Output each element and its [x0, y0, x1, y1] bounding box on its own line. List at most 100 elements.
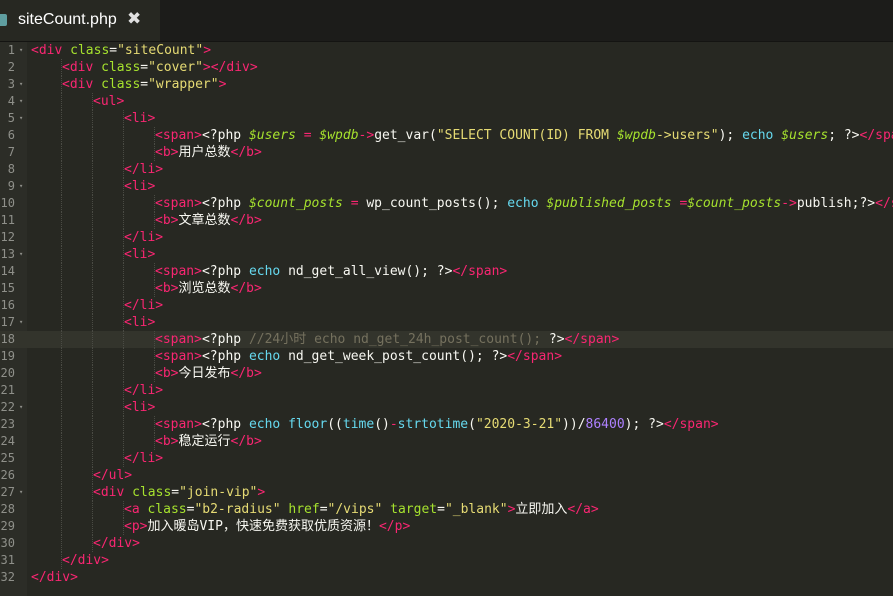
indent-guide: [92, 331, 93, 348]
code-token: <b>: [155, 145, 179, 160]
code-line[interactable]: 5 ▾ <li>: [0, 110, 893, 127]
fold-arrow-icon[interactable]: ▾: [19, 110, 23, 127]
code-token: (): [374, 417, 390, 432]
code-token: class: [147, 502, 187, 517]
code-line[interactable]: 12 </li>: [0, 229, 893, 246]
code-token: nd_get_all_view(); ?>: [280, 264, 453, 279]
indent-guide: [123, 195, 124, 212]
line-number: 18: [0, 332, 15, 346]
code-line[interactable]: 4 ▾ <ul>: [0, 93, 893, 110]
code-token: echo: [248, 349, 281, 364]
indent-guide: [92, 178, 93, 195]
code-token: <?php: [201, 332, 249, 347]
code-token: $count_posts: [687, 196, 782, 211]
code-line[interactable]: 13 ▾ <li>: [0, 246, 893, 263]
code-text: </li>: [124, 382, 163, 399]
code-line[interactable]: 8 </li>: [0, 161, 893, 178]
code-line[interactable]: 3 ▾ <div class="wrapper">: [0, 76, 893, 93]
code-line[interactable]: 17 ▾ <li>: [0, 314, 893, 331]
tab-title[interactable]: siteCount.php: [18, 11, 117, 29]
code-line[interactable]: 26 </ul>: [0, 467, 893, 484]
code-text: <li>: [124, 110, 155, 127]
line-number: 11: [0, 213, 15, 227]
fold-arrow-icon[interactable]: ▾: [19, 314, 23, 331]
code-token: (: [468, 417, 476, 432]
fold-arrow-icon[interactable]: ▾: [19, 178, 23, 195]
code-line[interactable]: 14 <span><?php echo nd_get_all_view(); ?>…: [0, 263, 893, 280]
code-token: $published_posts: [546, 196, 672, 211]
code-line[interactable]: 25 </li>: [0, 450, 893, 467]
indent-guide: [61, 212, 62, 229]
code-text: </div>: [62, 552, 109, 569]
code-token: </div>: [31, 570, 78, 585]
code-line[interactable]: 15 <b>浏览总数</b>: [0, 280, 893, 297]
code-line[interactable]: 21 </li>: [0, 382, 893, 399]
code-line[interactable]: 27 ▾ <div class="join-vip">: [0, 484, 893, 501]
code-line[interactable]: 29 <p>加入暖岛VIP，快速免费获取优质资源！</p>: [0, 518, 893, 535]
code-token: <div: [31, 43, 63, 58]
code-token: 加入暖岛VIP，快速免费获取优质资源！: [147, 519, 379, 534]
code-token: </b>: [230, 366, 262, 381]
fold-arrow-icon[interactable]: ▾: [19, 42, 23, 59]
code-token: </span>: [564, 332, 620, 347]
code-token: floor: [288, 417, 328, 432]
indent-guide: [61, 450, 62, 467]
code-text: <span><?php //24小时 echo nd_get_24h_post_…: [155, 331, 619, 348]
code-line[interactable]: 20 <b>今日发布</b>: [0, 365, 893, 382]
indent-guide: [92, 501, 93, 518]
line-number: 10: [0, 196, 15, 210]
code-line[interactable]: 6 <span><?php $users = $wpdb->get_var("SE…: [0, 127, 893, 144]
fold-arrow-icon[interactable]: ▾: [19, 93, 23, 110]
code-token: ->: [358, 128, 375, 143]
code-text: </ul>: [93, 467, 132, 484]
code-line[interactable]: 11 <b>文章总数</b>: [0, 212, 893, 229]
fold-arrow-icon[interactable]: ▾: [19, 76, 23, 93]
code-token: =: [303, 128, 312, 143]
code-line[interactable]: 2 <div class="cover"></div>: [0, 59, 893, 76]
code-line[interactable]: 24 <b>稳定运行</b>: [0, 433, 893, 450]
code-line[interactable]: 28 <a class="b2-radius" href="/vips" targ…: [0, 501, 893, 518]
code-token: <b>: [155, 281, 179, 296]
code-line[interactable]: 16 </li>: [0, 297, 893, 314]
code-line[interactable]: 9 ▾ <li>: [0, 178, 893, 195]
code-line[interactable]: 22 ▾ <li>: [0, 399, 893, 416]
code-token: >: [218, 77, 227, 92]
code-token: </div>: [93, 536, 140, 551]
indent-guide: [61, 484, 62, 501]
code-line[interactable]: 18 <span><?php //24小时 echo nd_get_24h_pos…: [0, 331, 893, 348]
code-editor[interactable]: 1 ▾ <div class="siteCount"> 2 <div class="co…: [0, 42, 893, 596]
indent-guide: [61, 518, 62, 535]
code-line[interactable]: 23 <span><?php echo floor((time()-strtoti…: [0, 416, 893, 433]
code-token: <?php: [201, 196, 249, 211]
code-token: </b>: [230, 281, 262, 296]
code-line[interactable]: 10 <span><?php $count_posts = wp_count_po…: [0, 195, 893, 212]
fold-arrow-icon[interactable]: ▾: [19, 484, 23, 501]
code-line[interactable]: 1 ▾ <div class="siteCount">: [0, 42, 893, 59]
code-line[interactable]: 7 <b>用户总数</b>: [0, 144, 893, 161]
code-token: echo: [507, 196, 539, 211]
code-text: <b>浏览总数</b>: [155, 280, 262, 297]
indent-guide: [92, 263, 93, 280]
code-token: </a>: [567, 502, 599, 517]
indent-guide: [92, 246, 93, 263]
fold-arrow-icon[interactable]: ▾: [19, 246, 23, 263]
code-token: 今日发布: [178, 366, 231, 381]
code-line[interactable]: 19 <span><?php echo nd_get_week_post_coun…: [0, 348, 893, 365]
code-token: ))/: [562, 417, 586, 432]
fold-arrow-icon[interactable]: ▾: [19, 399, 23, 416]
indent-guide: [61, 280, 62, 297]
code-token: 86400: [585, 417, 625, 432]
indent-guide: [92, 297, 93, 314]
close-icon[interactable]: ✖: [127, 9, 141, 29]
code-line[interactable]: 30 </div>: [0, 535, 893, 552]
code-token: <li>: [124, 111, 156, 126]
code-token: </li>: [124, 383, 164, 398]
tab-sitecount[interactable]: siteCount.php ✖: [0, 0, 160, 41]
code-token: "join-vip": [179, 485, 258, 500]
code-line[interactable]: 32 </div>: [0, 569, 893, 586]
code-token: <div: [93, 485, 125, 500]
code-line[interactable]: 31 </div>: [0, 552, 893, 569]
code-token: class: [70, 43, 110, 58]
indent-guide: [61, 348, 62, 365]
